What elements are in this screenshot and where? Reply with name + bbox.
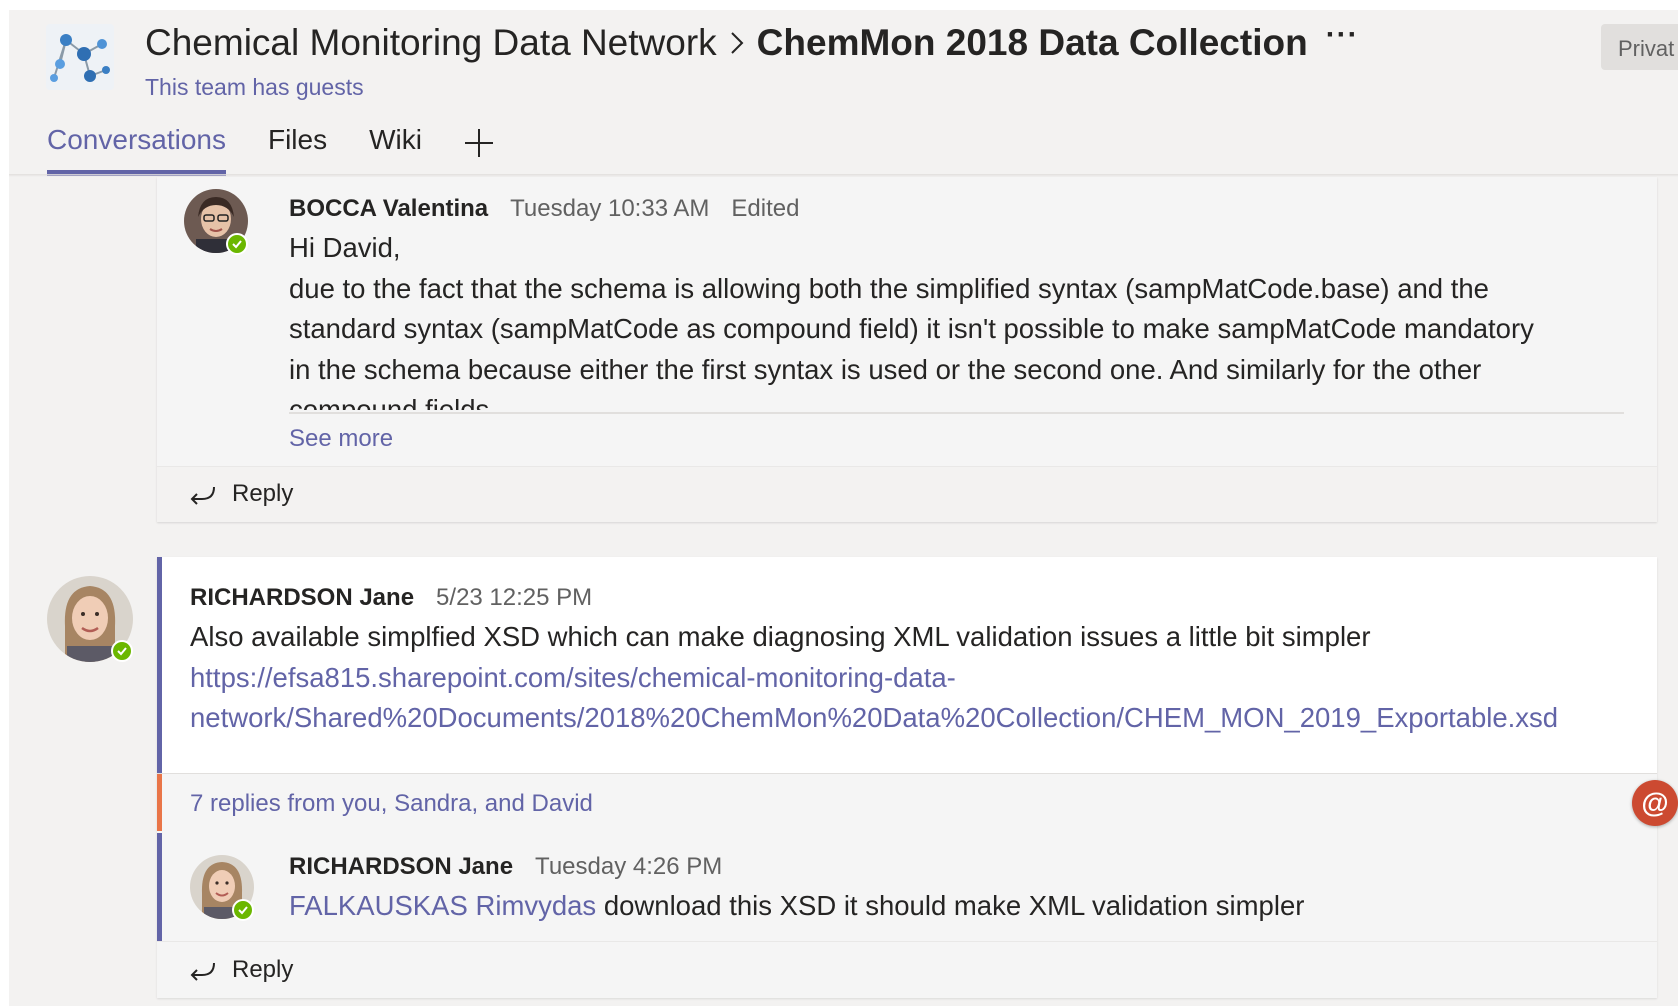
tab-files[interactable]: Files: [268, 124, 327, 176]
reply-button[interactable]: Reply: [188, 466, 293, 522]
reply-label: Reply: [232, 480, 294, 507]
channel-tabs: Conversations Files Wiki: [47, 124, 494, 176]
edited-label: Edited: [731, 195, 800, 222]
channel-title: Chemical Monitoring Data Network ChemMon…: [145, 18, 1359, 66]
message-meta: RICHARDSON Jane Tuesday 4:26 PM: [289, 853, 744, 881]
message-meta: BOCCA Valentina Tuesday 10:33 AM Edited: [289, 195, 799, 223]
more-options-icon[interactable]: ···: [1326, 18, 1359, 52]
plus-icon[interactable]: [464, 128, 494, 158]
mention-badge-icon[interactable]: @: [1632, 780, 1678, 826]
presence-available-icon: [232, 899, 254, 921]
presence-available-icon: [226, 233, 248, 255]
message-line: Also available simplfied XSD which can m…: [190, 621, 1371, 652]
author-name[interactable]: RICHARDSON Jane: [289, 853, 513, 881]
avatar[interactable]: [184, 189, 248, 255]
reply-arrow-icon: [190, 486, 215, 505]
tab-wiki[interactable]: Wiki: [369, 124, 422, 176]
chevron-right-icon: [717, 20, 757, 66]
message-body: Also available simplfied XSD which can m…: [190, 617, 1650, 739]
message-text: download this XSD it should make XML val…: [596, 890, 1305, 921]
message-timestamp: Tuesday 4:26 PM: [535, 853, 723, 880]
message-meta: RICHARDSON Jane 5/23 12:25 PM: [190, 584, 614, 612]
message-line: due to the fact that the schema is allow…: [289, 272, 1489, 304]
reply-label: Reply: [232, 956, 294, 983]
link-line: network/Shared%20Documents/2018%20ChemMo…: [190, 702, 1559, 733]
user-mention[interactable]: FALKAUSKAS Rimvydas: [289, 890, 596, 921]
message-line: standard syntax (sampMatCode as compound…: [289, 313, 1534, 344]
avatar[interactable]: [190, 855, 254, 921]
privacy-badge: Privat: [1601, 24, 1678, 70]
reply-arrow-icon: [190, 962, 215, 981]
team-name[interactable]: Chemical Monitoring Data Network: [145, 22, 717, 64]
message-body: FALKAUSKAS Rimvydas download this XSD it…: [289, 886, 1639, 927]
message-body: Hi David, due to the fact that the schem…: [289, 228, 1639, 410]
presence-available-icon: [111, 640, 133, 662]
reply-button[interactable]: Reply: [188, 942, 293, 998]
author-name[interactable]: RICHARDSON Jane: [190, 584, 414, 612]
message-timestamp: Tuesday 10:33 AM: [510, 195, 710, 222]
replies-summary[interactable]: 7 replies from you, Sandra, and David: [157, 774, 1657, 831]
xsd-link[interactable]: https://efsa815.sharepoint.com/sites/che…: [190, 658, 1650, 739]
guests-notice: This team has guests: [145, 74, 364, 100]
message-line: Hi David,: [289, 232, 401, 263]
link-line: https://efsa815.sharepoint.com/sites/che…: [190, 661, 956, 693]
message-line: compound fields.: [289, 394, 497, 410]
reply-divider: [157, 466, 1657, 467]
reply-accent-strip: [157, 833, 162, 941]
reply-divider: [157, 941, 1657, 942]
message-line: in the schema because either the first s…: [289, 353, 1482, 385]
avatar[interactable]: [47, 576, 133, 662]
author-name[interactable]: BOCCA Valentina: [289, 195, 488, 223]
see-more-link[interactable]: See more: [289, 425, 393, 453]
collapsed-message-divider: [289, 412, 1624, 414]
tab-conversations[interactable]: Conversations: [47, 124, 226, 176]
message-timestamp: 5/23 12:25 PM: [436, 584, 593, 611]
channel-name: ChemMon 2018 Data Collection: [756, 22, 1308, 63]
team-logo[interactable]: [46, 24, 114, 90]
